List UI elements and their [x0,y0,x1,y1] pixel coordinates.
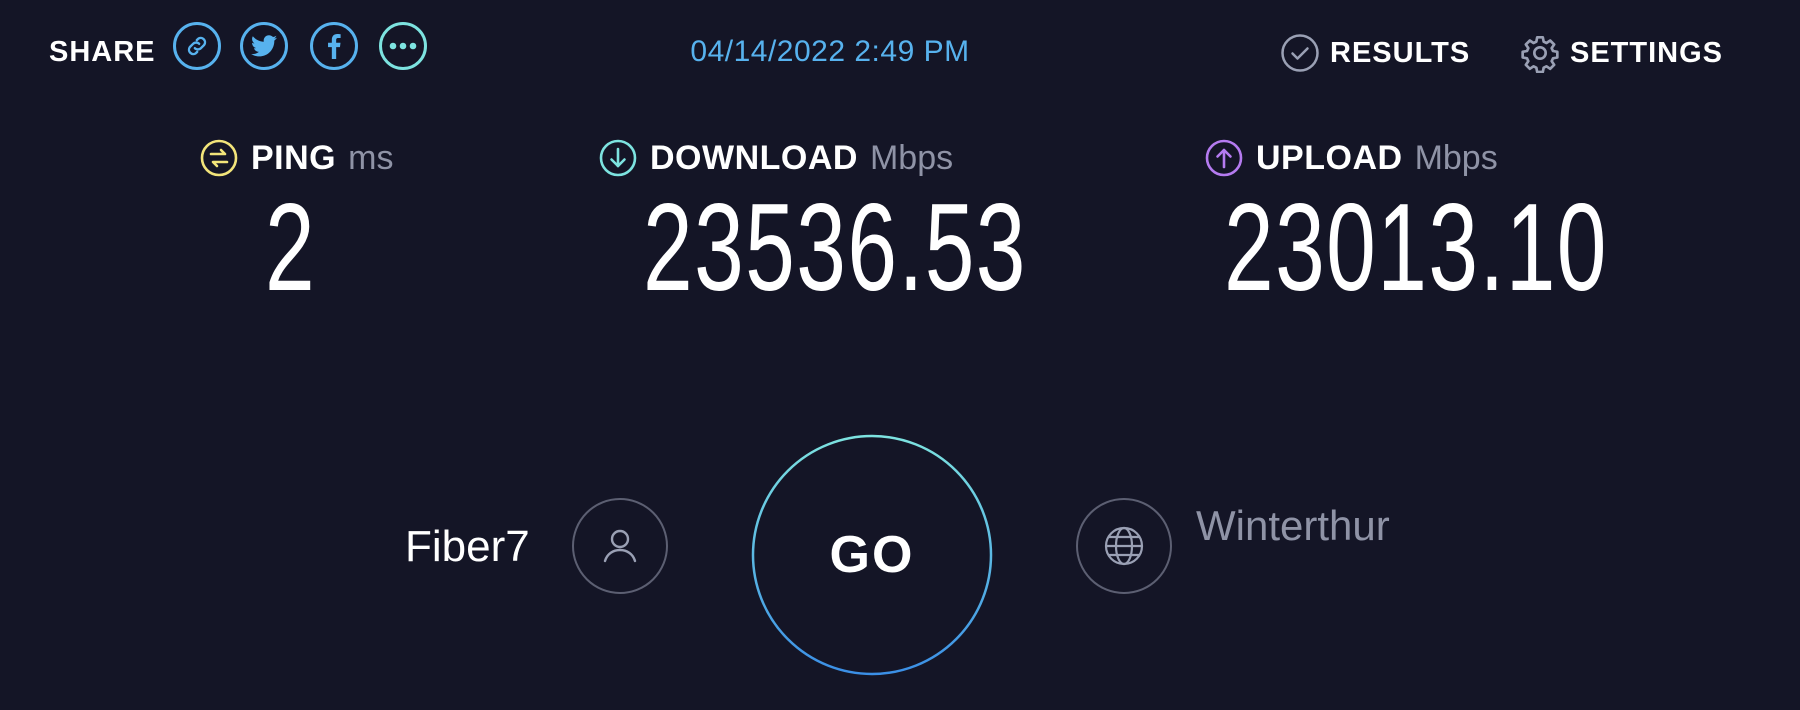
gear-icon [1521,36,1559,73]
results-button[interactable]: RESULTS [1280,33,1470,73]
download-icon [599,139,637,177]
share-more-button[interactable] [379,22,427,70]
results-label: RESULTS [1330,37,1471,69]
download-header: DOWNLOAD Mbps [598,138,953,178]
server-name[interactable]: Winterthur [1196,502,1390,550]
server-button[interactable] [1076,498,1172,594]
ping-unit: ms [348,138,394,177]
ping-header: PING ms [199,138,393,178]
share-link-button[interactable] [173,22,221,70]
go-label: GO [829,526,915,584]
upload-header: UPLOAD Mbps [1204,138,1498,178]
facebook-icon [328,33,341,59]
settings-label: SETTINGS [1570,37,1724,69]
upload-icon [1205,139,1243,177]
upload-unit: Mbps [1414,138,1498,177]
download-value: 23536.53 [643,179,1027,317]
go-button[interactable]: GO [751,434,993,676]
provider-button[interactable] [572,498,668,594]
test-timestamp: 04/14/2022 2:49 PM [690,35,970,68]
ping-value: 2 [265,179,317,317]
provider-name[interactable]: Fiber7 [405,522,530,572]
upload-label: UPLOAD [1256,138,1403,177]
download-label: DOWNLOAD [650,138,858,177]
share-twitter-button[interactable] [240,22,288,70]
settings-button[interactable]: SETTINGS [1520,33,1723,73]
ping-icon [200,139,238,177]
download-unit: Mbps [869,138,954,177]
user-icon [603,529,637,563]
twitter-icon [251,35,277,57]
link-icon [187,36,207,56]
globe-icon [1104,526,1144,566]
ping-label: PING [251,138,337,177]
check-circle-icon [1281,34,1319,72]
share-facebook-button[interactable] [310,22,358,70]
share-label: SHARE [49,36,156,68]
upload-value: 23013.10 [1224,179,1608,317]
more-icon [389,42,417,50]
